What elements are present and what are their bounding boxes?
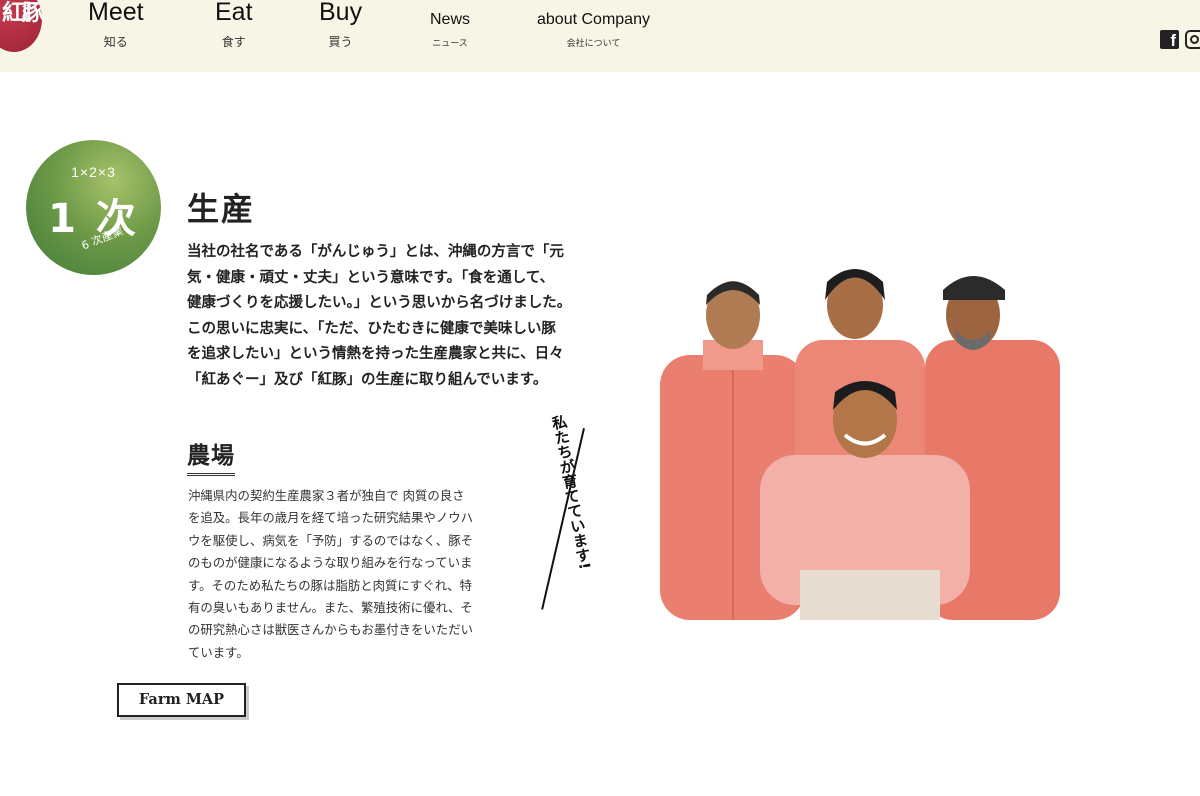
farm-description: 沖縄県内の契約生産農家３者が独自で 肉質の良さ を追及。長年の歳月を経て培った研… (188, 485, 473, 664)
farm-line: す。そのため私たちの豚は脂肪と肉質にすぐれ、特 (188, 577, 472, 593)
nav-meet[interactable]: Meet 知る (88, 0, 144, 50)
nav-buy[interactable]: Buy 買う (319, 0, 362, 50)
farm-map-button[interactable]: Farm MAP (117, 683, 246, 717)
section-description: 当社の社名である「がんじゅう」とは、沖縄の方言で「元 気・健康・頑丈・丈夫」とい… (187, 240, 612, 394)
nav-eat-label: Eat (215, 0, 253, 26)
nav-buy-sublabel: 買う (328, 35, 353, 49)
nav-about-label: about Company (537, 11, 650, 28)
nav-eat[interactable]: Eat 食す (215, 0, 253, 50)
logo-small-text: 沖縄 (22, 4, 31, 24)
logo[interactable]: 紅豚 沖縄 (0, 0, 42, 52)
nav-news-sublabel: ニュース (432, 39, 468, 49)
farm-line: ています。 (188, 644, 249, 660)
nav-news-label: News (430, 11, 471, 28)
description-line: 健康づくりを応援したい。」という思いから名づけました。 (187, 295, 572, 312)
farm-line: のものが健康になるような取り組みを行なっていま (188, 555, 473, 571)
nav-eat-sublabel: 食す (221, 35, 246, 49)
facebook-icon[interactable]: f (1160, 30, 1179, 49)
industry-badge: 1×2×3 1 次 6 次産業 (26, 140, 161, 275)
nav-about-company[interactable]: about Company 会社について (537, 0, 650, 49)
section-title: 生産 (187, 190, 256, 228)
instagram-icon[interactable] (1185, 30, 1200, 49)
nav-meet-sublabel: 知る (103, 35, 128, 49)
nav-buy-label: Buy (319, 0, 363, 26)
nav-meet-label: Meet (88, 0, 144, 26)
description-line: 気・健康・頑丈・丈夫」という意味です。「食を通して、 (187, 269, 555, 286)
farmers-photo (660, 269, 1060, 620)
farm-line: の研究熱心さは獣医さんからもお墨付きをいただい (188, 622, 473, 638)
description-line: この思いに忠実に、「ただ、ひたむきに健康で美味しい豚 (187, 320, 556, 337)
description-line: を追求したい」という情熱を持った生産農家と共に、日々 (187, 346, 564, 363)
nav-about-sublabel: 会社について (566, 39, 621, 49)
site-header: 紅豚 沖縄 Meet 知る Eat 食す Buy 買う News ニュース ab… (0, 0, 1200, 72)
farm-line: 有の臭いもありません。また、繁殖技術に優れ、そ (188, 600, 473, 616)
farm-title: 農場 (187, 436, 235, 476)
farm-line: を追及。長年の歳月を経て培った研究結果やノウハ (188, 510, 473, 526)
description-line: 「紅あぐー」及び「紅豚」の生産に取り組んでいます。 (187, 371, 548, 388)
nav-news[interactable]: News ニュース (430, 0, 470, 49)
farm-line: 沖縄県内の契約生産農家３者が独自で 肉質の良さ (188, 488, 465, 503)
description-line: 当社の社名である「がんじゅう」とは、沖縄の方言で「元 (187, 244, 564, 260)
badge-top-text: 1×2×3 (71, 164, 116, 180)
farm-line: ウを駆使し、病気を「予防」するのではなく、豚そ (188, 532, 473, 548)
